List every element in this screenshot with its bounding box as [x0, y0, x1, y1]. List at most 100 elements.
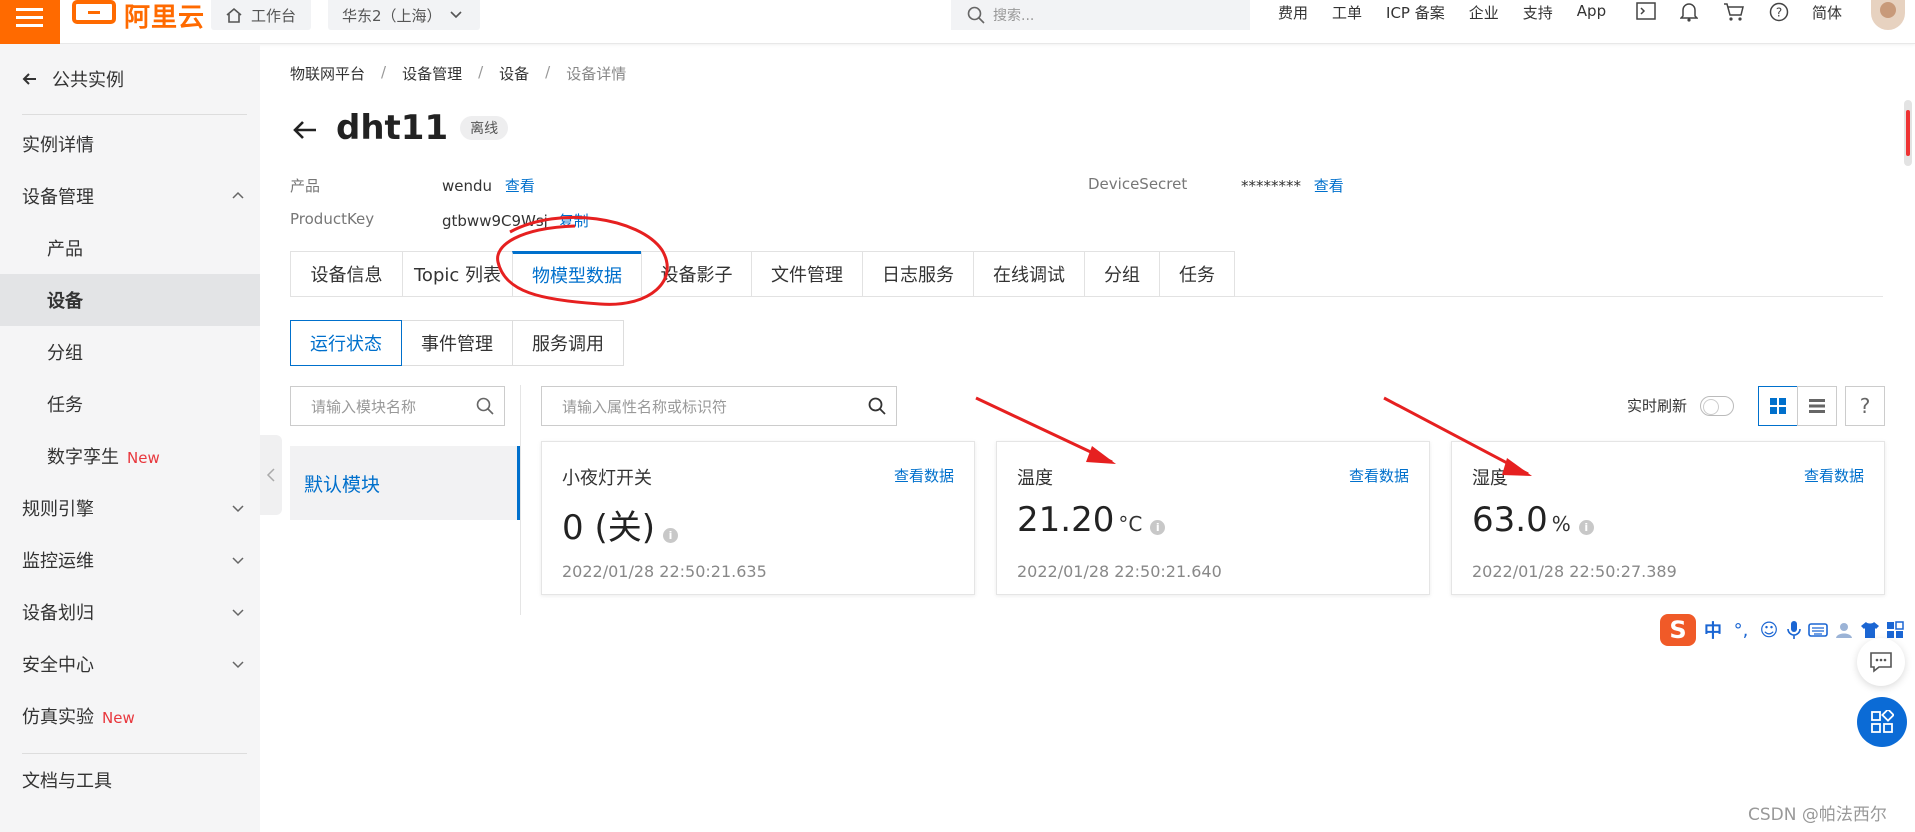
user-icon[interactable]	[1834, 621, 1854, 639]
sidebar-item-task[interactable]: 任务	[0, 378, 260, 430]
top-links: 费用 工单 ICP 备案 企业 支持 App	[1278, 2, 1606, 23]
search-icon	[967, 6, 985, 24]
sidebar-item-instance-detail[interactable]: 实例详情	[0, 118, 260, 170]
secret-value-row: ******** 查看	[1241, 175, 1344, 196]
sidebar-item-digital-twin[interactable]: 数字孪生 New	[0, 430, 260, 482]
sidebar-back-link[interactable]: 公共实例	[0, 53, 260, 105]
breadcrumb-iot-platform[interactable]: 物联网平台	[290, 63, 365, 84]
keyboard-icon[interactable]	[1808, 622, 1828, 638]
module-item-default[interactable]: 默认模块	[290, 446, 520, 520]
grid-icon	[1770, 398, 1786, 414]
chevron-down-icon	[232, 557, 244, 565]
sidebar: 公共实例 实例详情 设备管理 产品 设备 分组 任务 数字孪生 New 规则引擎 …	[0, 44, 260, 832]
view-data-link[interactable]: 查看数据	[894, 465, 954, 486]
module-search-input[interactable]: 请输入模块名称	[290, 386, 505, 426]
subtab-running-status[interactable]: 运行状态	[290, 320, 402, 366]
productkey-copy-link[interactable]: 复制	[559, 212, 589, 230]
top-link-tickets[interactable]: 工单	[1332, 2, 1362, 23]
tab-device-shadow[interactable]: 设备影子	[641, 251, 751, 297]
sidebar-item-device[interactable]: 设备	[0, 274, 260, 326]
property-value: 63.0	[1472, 500, 1548, 540]
sidebar-item-label: 产品	[47, 239, 83, 260]
sogou-ime-icon[interactable]: S	[1660, 614, 1696, 646]
property-search-input[interactable]: 请输入属性名称或标识符	[541, 386, 897, 426]
breadcrumb-device-management[interactable]: 设备管理	[402, 63, 462, 84]
info-icon[interactable]: i	[1150, 520, 1166, 535]
card-view-button[interactable]	[1758, 386, 1798, 426]
breadcrumb-device[interactable]: 设备	[499, 63, 529, 84]
top-link-fees[interactable]: 费用	[1278, 2, 1308, 23]
sidebar-item-label: 实例详情	[22, 135, 94, 156]
top-link-icp[interactable]: ICP 备案	[1386, 2, 1445, 23]
sidebar-item-device-management[interactable]: 设备管理	[0, 170, 260, 222]
sidebar-item-label: 设备划归	[22, 603, 94, 624]
terminal-icon[interactable]	[1636, 2, 1656, 20]
tab-online-debug[interactable]: 在线调试	[973, 251, 1084, 297]
tab-log-service[interactable]: 日志服务	[862, 251, 973, 297]
cart-icon[interactable]	[1723, 2, 1745, 22]
subtab-service-call[interactable]: 服务调用	[513, 320, 624, 366]
product-view-link[interactable]: 查看	[505, 177, 535, 195]
skin-shirt-icon[interactable]	[1860, 621, 1880, 639]
tab-task[interactable]: 任务	[1159, 251, 1235, 297]
page-scrollbar[interactable]	[1904, 100, 1912, 166]
chevron-down-icon	[232, 609, 244, 617]
sidebar-item-monitoring[interactable]: 监控运维	[0, 534, 260, 586]
sidebar-item-security[interactable]: 安全中心	[0, 638, 260, 690]
global-search-input[interactable]: 搜索...	[951, 0, 1250, 30]
aliyun-logo[interactable]: 阿里云	[72, 0, 205, 33]
help-icon[interactable]: ?	[1769, 2, 1789, 22]
subtab-event-management[interactable]: 事件管理	[402, 320, 513, 366]
sidebar-item-group[interactable]: 分组	[0, 326, 260, 378]
sidebar-item-label: 文档与工具	[22, 771, 112, 792]
view-data-link[interactable]: 查看数据	[1349, 465, 1409, 486]
emoji-icon[interactable]: ☺	[1758, 620, 1780, 641]
top-link-support[interactable]: 支持	[1523, 2, 1553, 23]
device-tabs: 设备信息 Topic 列表 物模型数据 设备影子 文件管理 日志服务 在线调试 …	[290, 251, 1235, 297]
breadcrumb-separator: /	[545, 63, 551, 81]
info-icon[interactable]: i	[662, 528, 678, 543]
secret-view-link[interactable]: 查看	[1314, 177, 1344, 195]
tab-thing-model-data[interactable]: 物模型数据	[512, 251, 641, 297]
sidebar-item-text: 仿真实验	[22, 707, 94, 728]
feedback-chat-button[interactable]	[1857, 638, 1905, 686]
sidebar-back-label: 公共实例	[52, 70, 124, 91]
ime-mode-label[interactable]: 中	[1702, 617, 1724, 643]
arrow-left-icon	[22, 73, 36, 85]
punctuation-icon[interactable]: °,	[1730, 620, 1752, 641]
sidebar-item-docs-tools[interactable]: 文档与工具	[0, 754, 260, 806]
list-view-button[interactable]	[1797, 386, 1837, 426]
realtime-refresh-toggle[interactable]	[1700, 396, 1734, 416]
sidebar-item-device-assign[interactable]: 设备划归	[0, 586, 260, 638]
sidebar-collapse-handle[interactable]	[260, 435, 282, 515]
sidebar-item-rule-engine[interactable]: 规则引擎	[0, 482, 260, 534]
top-link-app[interactable]: App	[1577, 2, 1606, 23]
property-card-temperature: 温度 查看数据 21.20 °C i 2022/01/28 22:50:21.6…	[996, 441, 1430, 595]
workbench-button[interactable]: 工作台	[211, 0, 311, 30]
search-icon	[868, 397, 886, 415]
sidebar-item-product[interactable]: 产品	[0, 222, 260, 274]
microphone-icon[interactable]	[1786, 620, 1802, 640]
tab-file-management[interactable]: 文件管理	[751, 251, 862, 297]
tab-group[interactable]: 分组	[1084, 251, 1159, 297]
top-link-enterprise[interactable]: 企业	[1469, 2, 1499, 23]
region-select[interactable]: 华东2（上海）	[328, 0, 480, 30]
module-search-placeholder: 请输入模块名称	[311, 397, 417, 416]
toolbox-grid-icon[interactable]	[1886, 621, 1904, 639]
tab-device-info[interactable]: 设备信息	[290, 251, 402, 297]
sidebar-item-simulation[interactable]: 仿真实验 New	[0, 690, 260, 742]
bell-icon[interactable]	[1680, 2, 1698, 22]
aliyun-logo-icon	[72, 0, 116, 24]
help-button[interactable]: ?	[1845, 386, 1885, 426]
tab-topic-list[interactable]: Topic 列表	[402, 251, 512, 297]
back-arrow-icon[interactable]	[290, 113, 320, 143]
view-data-link[interactable]: 查看数据	[1804, 465, 1864, 486]
language-switch[interactable]: 简体	[1812, 2, 1842, 23]
quick-apps-button[interactable]	[1857, 697, 1907, 747]
info-icon[interactable]: i	[1578, 520, 1594, 535]
user-avatar[interactable]	[1871, 0, 1905, 30]
property-unit: %	[1551, 512, 1571, 536]
chevron-down-icon	[232, 505, 244, 513]
breadcrumb: 物联网平台 / 设备管理 / 设备 / 设备详情	[290, 63, 626, 84]
hamburger-menu-button[interactable]	[0, 0, 60, 44]
